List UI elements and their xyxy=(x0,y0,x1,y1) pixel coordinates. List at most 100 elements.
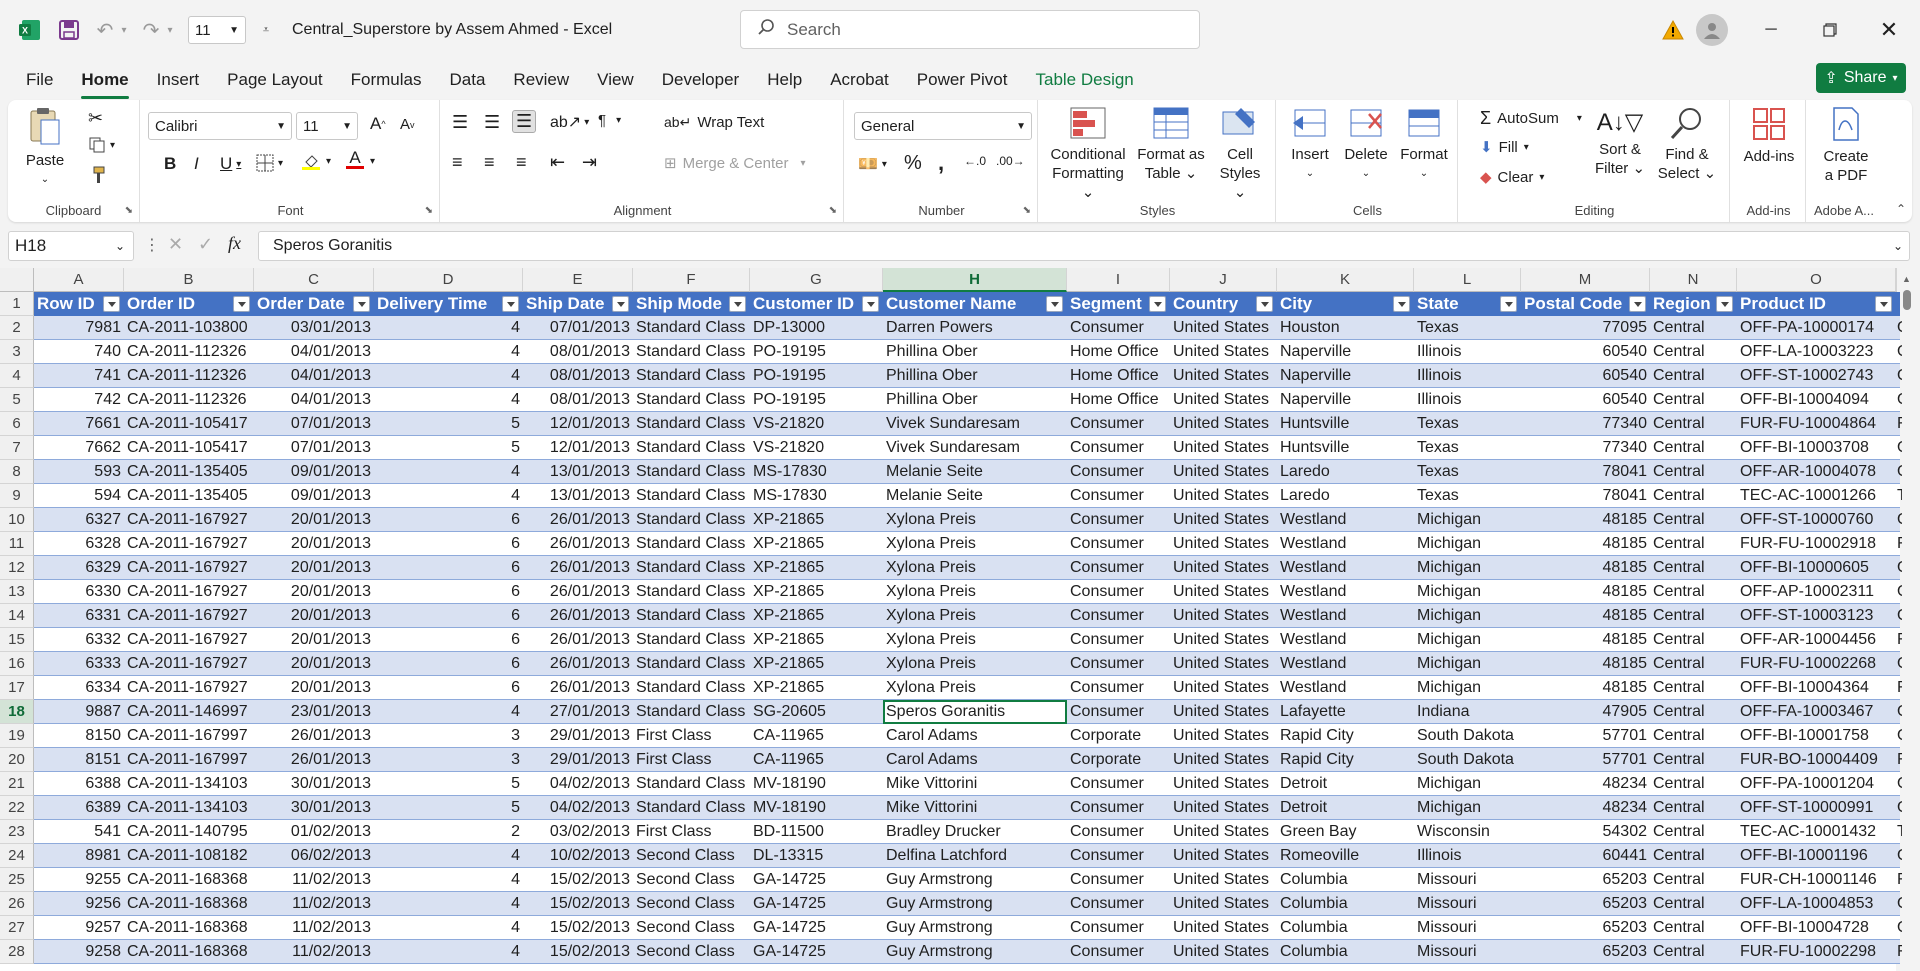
table-cell[interactable]: 03/01/2013 xyxy=(254,316,374,340)
table-cell[interactable]: O xyxy=(1896,460,1902,484)
table-header-cell[interactable]: Country xyxy=(1170,292,1277,316)
table-cell[interactable]: OFF-ST-10002743 xyxy=(1737,364,1896,388)
font-size-select[interactable]: 11 ▼ xyxy=(296,112,358,140)
table-header-cell[interactable]: Order Date xyxy=(254,292,374,316)
table-cell[interactable]: OFF-AR-10004078 xyxy=(1737,460,1896,484)
restore-icon[interactable] xyxy=(1815,15,1845,45)
filter-dropdown-icon[interactable] xyxy=(1629,296,1646,312)
table-cell[interactable]: Second Class xyxy=(633,916,750,940)
table-cell[interactable]: 6 xyxy=(374,652,523,676)
table-cell[interactable]: 5 xyxy=(374,436,523,460)
tab-review[interactable]: Review xyxy=(513,70,569,90)
tab-file[interactable]: File xyxy=(26,70,53,90)
table-cell[interactable]: 26/01/2013 xyxy=(523,628,633,652)
worksheet-grid[interactable]: ▲ A B C D E F G H I J K L M N O 1 Row ID Order ID Order Da… xyxy=(0,268,1920,971)
create-pdf-button[interactable]: Create a PDF xyxy=(1814,106,1878,185)
table-cell[interactable]: DP-13000 xyxy=(750,316,883,340)
share-button[interactable]: ⇪ Share ▾ xyxy=(1816,63,1906,93)
table-cell[interactable]: 57701 xyxy=(1521,748,1650,772)
table-cell[interactable]: CA-2011-112326 xyxy=(124,364,254,388)
table-cell[interactable]: 4 xyxy=(374,388,523,412)
table-cell[interactable]: Michigan xyxy=(1414,676,1521,700)
table-cell[interactable]: FUR-FU-10004864 xyxy=(1737,412,1896,436)
table-cell[interactable]: Missouri xyxy=(1414,868,1521,892)
table-cell[interactable]: O xyxy=(1896,388,1902,412)
dialog-launcher-icon[interactable]: ⬊ xyxy=(1023,205,1031,216)
table-cell[interactable]: 6333 xyxy=(34,652,124,676)
table-cell[interactable]: Central xyxy=(1650,508,1737,532)
table-cell[interactable]: T xyxy=(1896,820,1902,844)
table-header-cell[interactable]: Delivery Time xyxy=(374,292,523,316)
tab-developer[interactable]: Developer xyxy=(662,70,740,90)
table-cell[interactable]: Columbia xyxy=(1277,940,1414,964)
table-cell[interactable]: United States xyxy=(1170,436,1277,460)
table-cell[interactable]: Central xyxy=(1650,484,1737,508)
table-cell[interactable]: 9258 xyxy=(34,940,124,964)
table-cell[interactable]: 57701 xyxy=(1521,724,1650,748)
table-cell[interactable]: 4 xyxy=(374,364,523,388)
table-cell[interactable]: 48185 xyxy=(1521,652,1650,676)
table-cell[interactable]: 5 xyxy=(374,412,523,436)
cut-icon[interactable]: ✂ xyxy=(88,108,103,129)
table-cell[interactable]: Consumer xyxy=(1067,604,1170,628)
table-cell[interactable]: 4 xyxy=(374,316,523,340)
table-cell[interactable]: Westland xyxy=(1277,604,1414,628)
table-cell[interactable]: 77095 xyxy=(1521,316,1650,340)
table-cell[interactable]: Naperville xyxy=(1277,340,1414,364)
table-cell[interactable]: 26/01/2013 xyxy=(523,676,633,700)
table-cell[interactable]: 13/01/2013 xyxy=(523,460,633,484)
table-cell[interactable]: Consumer xyxy=(1067,916,1170,940)
table-cell[interactable]: Guy Armstrong xyxy=(883,940,1067,964)
decrease-font-icon[interactable]: Av xyxy=(400,116,415,133)
row-header[interactable]: 23 xyxy=(0,820,34,844)
table-cell[interactable]: United States xyxy=(1170,868,1277,892)
table-header-cell[interactable]: State xyxy=(1414,292,1521,316)
table-cell[interactable]: OFF-BI-10004728 xyxy=(1737,916,1896,940)
table-cell[interactable]: Carol Adams xyxy=(883,748,1067,772)
redo-dropdown-icon[interactable]: ▾ xyxy=(164,20,176,40)
table-cell[interactable]: 8150 xyxy=(34,724,124,748)
table-cell[interactable]: Consumer xyxy=(1067,796,1170,820)
dialog-launcher-icon[interactable]: ⬊ xyxy=(829,205,837,216)
table-cell[interactable]: 26/01/2013 xyxy=(523,532,633,556)
table-cell[interactable]: Xylona Preis xyxy=(883,604,1067,628)
table-cell[interactable]: Texas xyxy=(1414,436,1521,460)
table-cell[interactable]: 3 xyxy=(374,748,523,772)
table-cell[interactable]: Rapid City xyxy=(1277,724,1414,748)
table-cell[interactable]: Standard Class xyxy=(633,436,750,460)
table-cell[interactable]: 7662 xyxy=(34,436,124,460)
table-cell[interactable]: 20/01/2013 xyxy=(254,556,374,580)
table-cell[interactable]: 26/01/2013 xyxy=(523,652,633,676)
table-cell[interactable]: 10/02/2013 xyxy=(523,844,633,868)
table-cell[interactable]: 6 xyxy=(374,628,523,652)
table-cell[interactable]: O xyxy=(1896,436,1902,460)
table-cell[interactable]: OFF-ST-10003123 xyxy=(1737,604,1896,628)
table-cell[interactable]: Laredo xyxy=(1277,460,1414,484)
table-cell[interactable]: 04/02/2013 xyxy=(523,796,633,820)
table-cell[interactable]: 594 xyxy=(34,484,124,508)
table-cell[interactable]: Huntsville xyxy=(1277,412,1414,436)
row-header[interactable]: 26 xyxy=(0,892,34,916)
table-cell[interactable]: F xyxy=(1896,748,1902,772)
table-cell[interactable]: United States xyxy=(1170,556,1277,580)
table-cell[interactable]: Standard Class xyxy=(633,700,750,724)
table-cell[interactable]: XP-21865 xyxy=(750,652,883,676)
table-cell[interactable]: 65203 xyxy=(1521,892,1650,916)
table-header-cell[interactable]: Product ID xyxy=(1737,292,1896,316)
table-cell[interactable]: Consumer xyxy=(1067,580,1170,604)
comma-icon[interactable]: , xyxy=(938,150,944,176)
table-cell[interactable]: 29/01/2013 xyxy=(523,724,633,748)
table-cell[interactable]: CA-2011-112326 xyxy=(124,340,254,364)
dialog-launcher-icon[interactable]: ⬊ xyxy=(425,205,433,216)
quick-font-size-select[interactable]: 11 ▼ xyxy=(188,16,246,44)
table-cell[interactable]: Xylona Preis xyxy=(883,628,1067,652)
table-cell[interactable]: 6331 xyxy=(34,604,124,628)
table-cell[interactable]: Consumer xyxy=(1067,460,1170,484)
table-cell[interactable]: O xyxy=(1896,652,1902,676)
table-cell[interactable]: 26/01/2013 xyxy=(523,604,633,628)
table-cell[interactable]: 6328 xyxy=(34,532,124,556)
table-cell[interactable]: 11/02/2013 xyxy=(254,940,374,964)
copy-icon[interactable]: ▾ xyxy=(88,136,115,154)
name-box[interactable]: H18 ⌄ xyxy=(8,231,134,261)
scroll-thumb[interactable] xyxy=(1903,290,1911,310)
